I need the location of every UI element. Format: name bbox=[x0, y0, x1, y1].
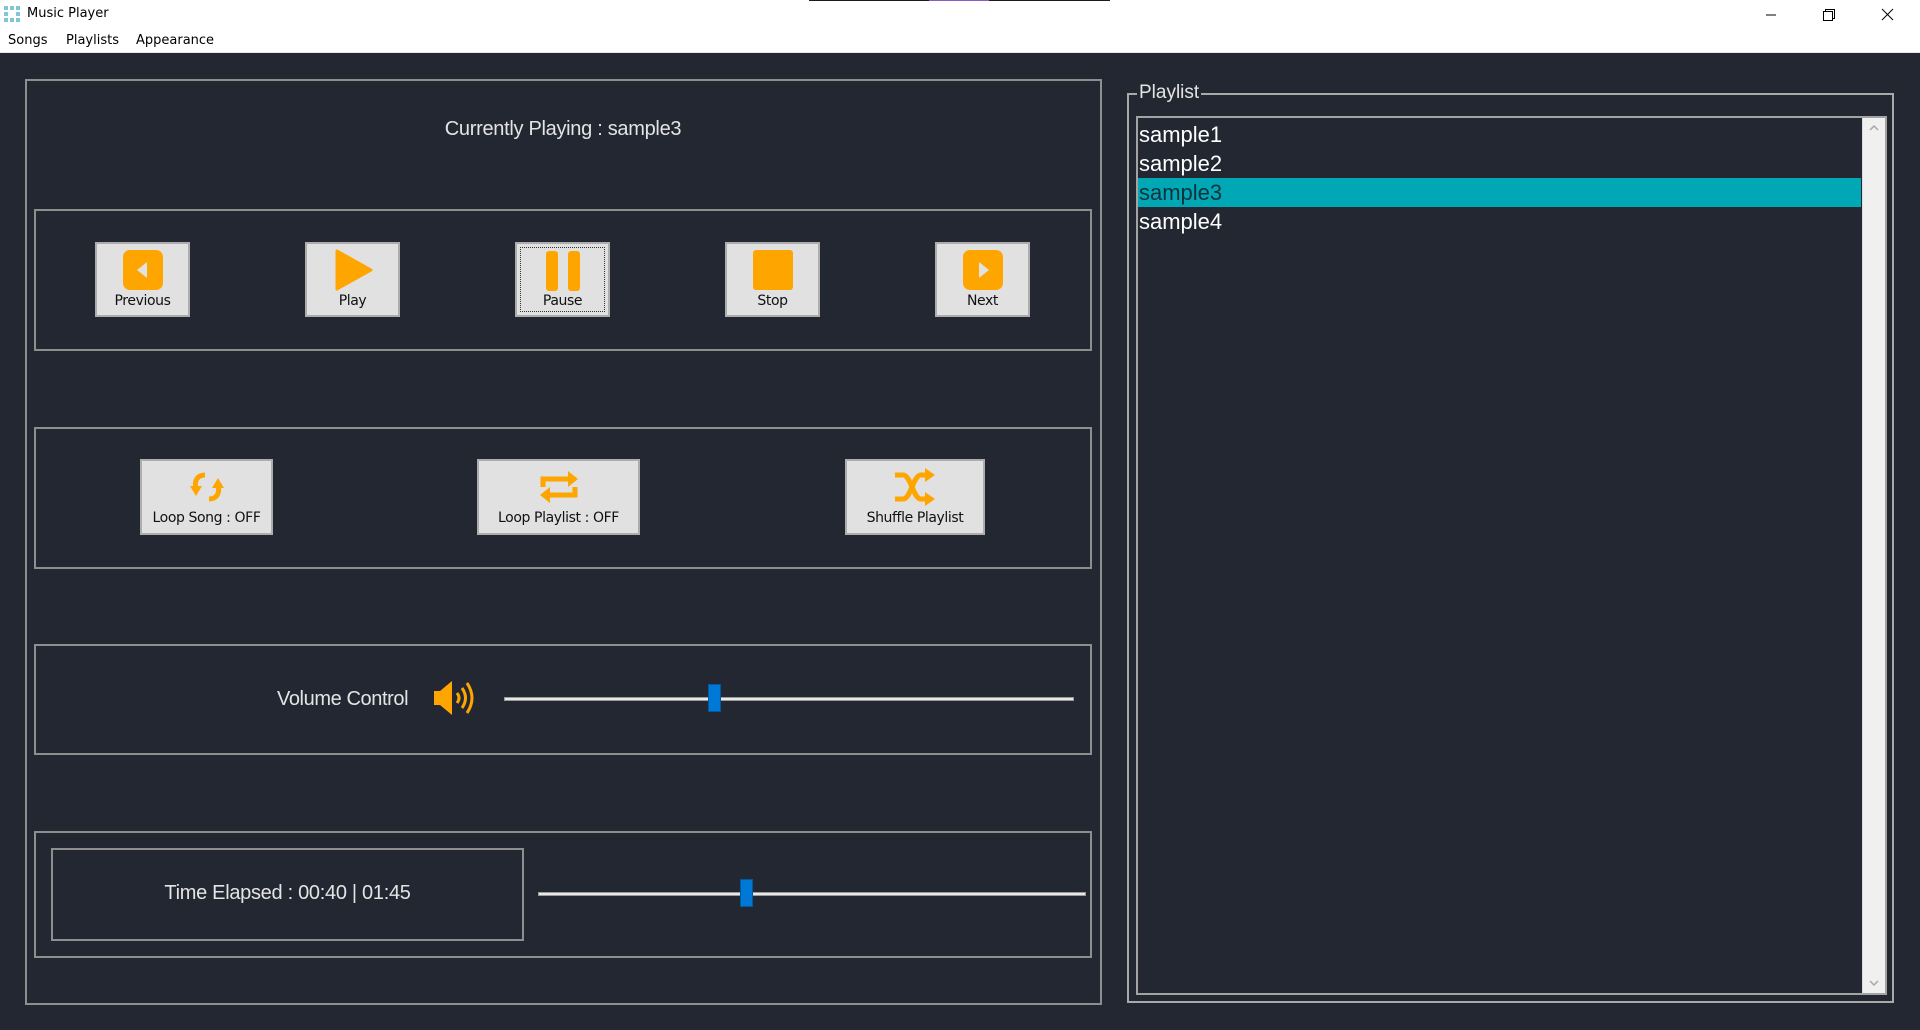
loop-song-icon bbox=[189, 472, 224, 502]
app-grid-icon bbox=[4, 6, 21, 23]
playlist-listbox[interactable]: sample1 sample2 sample3 sample4 bbox=[1136, 116, 1887, 995]
restore-icon bbox=[1823, 8, 1835, 21]
minimize-icon bbox=[1766, 14, 1776, 15]
playlist-title: Playlist bbox=[1137, 82, 1202, 104]
menu-appearance[interactable]: Appearance bbox=[136, 33, 214, 48]
play-label: Play bbox=[338, 293, 367, 309]
scroll-down-button[interactable] bbox=[1863, 973, 1885, 993]
loop-song-label: Loop Song : OFF bbox=[152, 510, 261, 526]
loop-song-button[interactable]: Loop Song : OFF bbox=[140, 459, 273, 535]
next-icon bbox=[962, 250, 1003, 290]
loop-playlist-button[interactable]: Loop Playlist : OFF bbox=[477, 459, 640, 535]
pause-button[interactable]: Pause bbox=[515, 242, 610, 317]
playlist-item[interactable]: sample3 bbox=[1138, 178, 1861, 207]
speaker-icon bbox=[434, 681, 474, 715]
playlist-item[interactable]: sample4 bbox=[1138, 207, 1861, 236]
pause-label: Pause bbox=[542, 293, 583, 309]
close-button[interactable] bbox=[1858, 0, 1916, 29]
chevron-up-icon bbox=[1869, 125, 1879, 131]
top-edge-accent bbox=[929, 0, 989, 1]
window-title: Music Player bbox=[27, 6, 109, 21]
title-bar bbox=[0, 0, 1920, 29]
next-label: Next bbox=[966, 293, 998, 309]
stop-icon bbox=[752, 250, 793, 290]
volume-slider-track[interactable] bbox=[504, 697, 1074, 701]
playlist-item[interactable]: sample1 bbox=[1138, 120, 1861, 149]
pause-icon bbox=[545, 251, 580, 291]
seek-slider-track[interactable] bbox=[538, 892, 1086, 896]
playlist-items: sample1 sample2 sample3 sample4 bbox=[1138, 118, 1861, 236]
now-playing-label: Currently Playing : sample3 bbox=[444, 118, 682, 140]
loop-playlist-icon bbox=[539, 471, 578, 503]
playlist-item[interactable]: sample2 bbox=[1138, 149, 1861, 178]
volume-label: Volume Control bbox=[277, 688, 409, 710]
previous-button[interactable]: Previous bbox=[95, 242, 190, 317]
volume-slider-thumb[interactable] bbox=[708, 684, 722, 712]
time-elapsed-label: Time Elapsed : 00:40 | 01:45 bbox=[164, 882, 411, 904]
loop-playlist-label: Loop Playlist : OFF bbox=[498, 510, 619, 526]
seek-slider-thumb[interactable] bbox=[740, 879, 754, 907]
shuffle-playlist-label: Shuffle Playlist bbox=[866, 510, 964, 526]
previous-icon bbox=[122, 250, 163, 290]
shuffle-playlist-button[interactable]: Shuffle Playlist bbox=[845, 459, 985, 535]
previous-label: Previous bbox=[114, 293, 171, 309]
menu-bar: Songs Playlists Appearance bbox=[0, 29, 1920, 53]
scroll-up-button[interactable] bbox=[1863, 118, 1885, 138]
stop-button[interactable]: Stop bbox=[725, 242, 820, 317]
playlist-scrollbar[interactable] bbox=[1862, 118, 1885, 993]
menu-playlists[interactable]: Playlists bbox=[66, 33, 119, 48]
chevron-down-icon bbox=[1869, 980, 1879, 986]
next-button[interactable]: Next bbox=[935, 242, 1030, 317]
stop-label: Stop bbox=[757, 293, 788, 309]
play-button[interactable]: Play bbox=[305, 242, 400, 317]
minimize-button[interactable] bbox=[1742, 0, 1800, 29]
menu-songs[interactable]: Songs bbox=[8, 33, 47, 48]
restore-button[interactable] bbox=[1800, 0, 1858, 29]
play-icon bbox=[335, 249, 372, 291]
shuffle-icon bbox=[895, 468, 935, 506]
close-icon bbox=[1881, 8, 1893, 21]
